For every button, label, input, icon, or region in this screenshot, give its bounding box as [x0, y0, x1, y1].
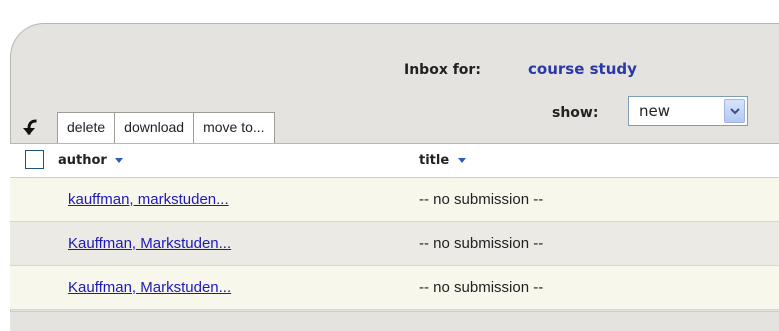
submission-title: -- no submission -- — [419, 235, 544, 252]
show-filter-select[interactable]: new — [628, 96, 748, 126]
show-label: show: — [552, 105, 599, 121]
show-filter-value: new — [639, 102, 671, 120]
table-header — [10, 143, 779, 178]
submission-title: -- no submission -- — [419, 191, 544, 208]
title-column-header[interactable]: title — [419, 153, 466, 168]
table-footer — [10, 311, 779, 331]
move-to-button[interactable]: move to... — [193, 112, 275, 143]
sort-down-icon — [115, 158, 124, 163]
toolbar: delete download move to... — [57, 112, 275, 143]
author-link[interactable]: Kauffman, Markstuden... — [68, 279, 231, 296]
author-column-header[interactable]: author — [58, 153, 124, 168]
inbox-label: Inbox for: — [404, 62, 481, 78]
curved-arrow-down-left-icon[interactable] — [20, 119, 38, 137]
title-column-label: title — [419, 153, 450, 168]
table-row: Kauffman, Markstuden... -- no submission… — [10, 266, 779, 310]
sort-down-icon — [457, 158, 466, 163]
table-row: Kauffman, Markstuden... -- no submission… — [10, 222, 779, 266]
delete-button[interactable]: delete — [57, 112, 116, 143]
table-row: kauffman, markstuden... -- no submission… — [10, 178, 779, 222]
author-link[interactable]: Kauffman, Markstuden... — [68, 235, 231, 252]
dropdown-arrow-button[interactable] — [724, 99, 745, 123]
submission-title: -- no submission -- — [419, 279, 544, 296]
course-name-link[interactable]: course study — [528, 60, 637, 78]
chevron-down-icon — [730, 108, 740, 115]
author-link[interactable]: kauffman, markstuden... — [68, 191, 229, 208]
download-button[interactable]: download — [114, 112, 195, 143]
author-column-label: author — [58, 153, 107, 168]
select-all-checkbox[interactable] — [25, 150, 44, 169]
